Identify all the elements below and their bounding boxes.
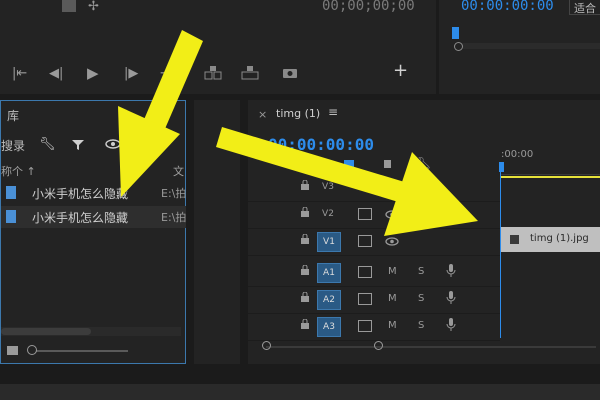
eye-icon[interactable]: [385, 236, 399, 249]
scroll-handle-right[interactable]: [374, 341, 383, 350]
name-column-label: 称个: [1, 165, 23, 178]
source-monitor-panel: ✢ 00;00;00;00 |⇤ ◀| ▶ |▶ ⇥ +: [0, 0, 436, 94]
item-path: E:\拍: [161, 187, 187, 200]
microphone-icon[interactable]: [446, 264, 456, 281]
insert-icon[interactable]: [204, 66, 222, 80]
solo-button[interactable]: S: [418, 320, 424, 331]
tab-menu-icon[interactable]: ≡: [328, 105, 338, 119]
scroll-handle[interactable]: [454, 42, 463, 51]
program-scrub-bar[interactable]: [455, 43, 600, 49]
image-file-icon: [6, 210, 16, 223]
status-bar: [0, 384, 600, 400]
marker-icon[interactable]: [62, 0, 76, 12]
track-label[interactable]: A3: [317, 317, 341, 337]
list-item[interactable]: 小米手机怎么隐藏 E:\拍: [1, 182, 186, 204]
zoom-slider-track[interactable]: [33, 350, 128, 352]
item-path: E:\拍: [161, 211, 187, 224]
mark-out-icon[interactable]: ⇥: [160, 67, 171, 81]
clip[interactable]: timg (1).jpg: [501, 227, 600, 252]
solo-button[interactable]: S: [418, 293, 424, 304]
track-label[interactable]: V2: [317, 205, 339, 223]
lock-icon[interactable]: [301, 206, 309, 217]
program-timecode[interactable]: 00:00:00:00: [461, 0, 554, 14]
program-monitor-panel: 00:00:00:00 适合: [439, 0, 600, 94]
mark-in-icon[interactable]: |⇤: [12, 67, 27, 81]
fx-icon: [510, 235, 519, 244]
timeline-playhead[interactable]: [499, 162, 504, 172]
track-label[interactable]: A1: [317, 263, 341, 283]
scrollbar-thumb[interactable]: [1, 328, 91, 335]
mute-button[interactable]: M: [388, 266, 397, 277]
sync-lock-icon[interactable]: [358, 208, 372, 220]
track-label[interactable]: V3: [317, 178, 339, 196]
filter-icon[interactable]: [71, 139, 85, 151]
lock-icon[interactable]: [301, 233, 309, 244]
ruler-timecode: :00:00: [501, 149, 534, 160]
source-timecode[interactable]: 00;00;00;00: [322, 0, 415, 14]
ruler-bar[interactable]: [500, 164, 600, 175]
eye-icon[interactable]: [385, 209, 399, 222]
track-label[interactable]: V1: [317, 232, 341, 252]
track-row-a2[interactable]: A2 M S: [248, 286, 500, 314]
microphone-icon[interactable]: [446, 291, 456, 308]
add-button-icon[interactable]: +: [393, 62, 408, 80]
track-row-a3[interactable]: A3 M S: [248, 313, 500, 341]
step-back-icon[interactable]: ◀|: [49, 67, 63, 81]
timeline-timecode[interactable]: 00:00:00:00: [268, 135, 374, 154]
playhead-marker[interactable]: [452, 27, 459, 39]
list-view-icon[interactable]: [7, 346, 18, 355]
panel-title[interactable]: 库: [7, 107, 19, 124]
track-label[interactable]: A2: [317, 290, 341, 310]
name-column-header[interactable]: 称个 ↑: [1, 163, 36, 179]
step-forward-icon[interactable]: |▶: [124, 67, 138, 81]
sequence-tab[interactable]: timg (1): [276, 107, 320, 120]
image-file-icon: [6, 186, 16, 199]
horizontal-scrollbar[interactable]: [1, 327, 181, 336]
eye-icon[interactable]: [105, 139, 121, 149]
work-area-bar[interactable]: [501, 176, 600, 178]
lock-icon[interactable]: [301, 264, 309, 275]
tools-panel: ✥ |↔| ✋︎ T: [194, 100, 424, 364]
lock-icon[interactable]: [301, 318, 309, 329]
item-name: 小米手机怎么隐藏: [32, 187, 129, 201]
solo-button[interactable]: S: [418, 266, 424, 277]
sort-arrow-icon: ↑: [23, 165, 36, 178]
snap-icon[interactable]: [344, 160, 354, 170]
sync-lock-icon[interactable]: [358, 235, 372, 247]
search-field[interactable]: 搜录: [1, 137, 25, 154]
track-row-v1[interactable]: V1: [248, 228, 500, 256]
sync-lock-icon[interactable]: [358, 293, 372, 305]
track-row-v2[interactable]: V2: [248, 201, 500, 229]
timeline-scroll-track[interactable]: [266, 346, 596, 348]
track-row-a1[interactable]: A1 M S: [248, 259, 500, 287]
close-icon[interactable]: ×: [258, 108, 267, 121]
wrench-icon[interactable]: 🔧︎: [39, 138, 56, 152]
clip-name: timg (1).jpg: [530, 233, 589, 244]
fit-dropdown[interactable]: 适合: [569, 0, 600, 15]
path-column-header[interactable]: 文: [173, 163, 184, 179]
marker-add-icon[interactable]: [384, 160, 391, 168]
project-panel: 库 搜录 🔧︎ 称个 ↑ 文 小米手机怎么隐藏 E:\拍 小米手机怎么隐藏 E:…: [0, 100, 186, 364]
play-icon[interactable]: ▶: [87, 66, 99, 81]
sync-lock-icon[interactable]: [358, 266, 372, 278]
lock-icon[interactable]: [301, 179, 309, 190]
list-item[interactable]: 小米手机怎么隐藏 E:\拍: [1, 206, 186, 228]
mute-button[interactable]: M: [388, 293, 397, 304]
mute-button[interactable]: M: [388, 320, 397, 331]
zoom-slider-handle[interactable]: [27, 345, 37, 355]
overwrite-icon[interactable]: [241, 66, 259, 80]
playhead-line: [500, 172, 501, 338]
track-row-v3[interactable]: V3: [248, 174, 500, 202]
more-controls-icon[interactable]: ✢: [88, 0, 99, 14]
item-name: 小米手机怎么隐藏: [32, 211, 129, 225]
scroll-handle-left[interactable]: [262, 341, 271, 350]
lock-icon[interactable]: [301, 291, 309, 302]
sync-lock-icon[interactable]: [358, 320, 372, 332]
microphone-icon[interactable]: [446, 318, 456, 335]
settings-wrench-icon[interactable]: 🔧︎: [416, 156, 431, 170]
camera-icon[interactable]: [282, 67, 298, 79]
